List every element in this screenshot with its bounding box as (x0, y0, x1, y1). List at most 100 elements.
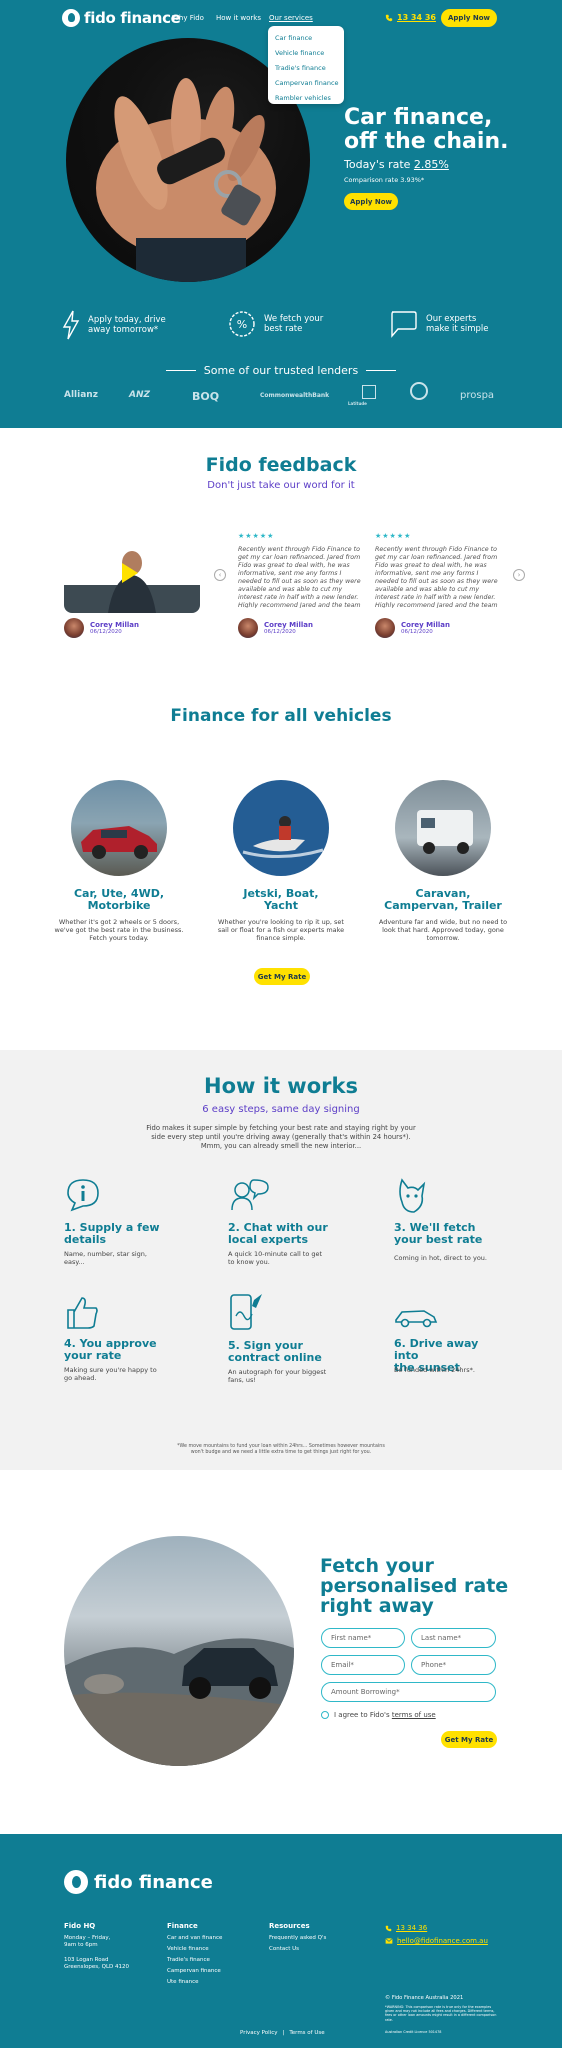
footer-privacy-link[interactable]: Privacy Policy (240, 2030, 277, 2036)
footer-link-contact[interactable]: Contact Us (269, 1946, 326, 1952)
footer-link-car-van[interactable]: Car and van finance (167, 1935, 222, 1941)
vehicle-title-line: Campervan, Trailer (384, 899, 502, 912)
services-dropdown-menu: Car finance Vehicle finance Tradie's fin… (268, 26, 344, 104)
percent-badge-icon: % (229, 311, 255, 337)
email-field[interactable]: Email* (321, 1655, 405, 1675)
footer-email[interactable]: hello@fidofinance.com.au (385, 1937, 488, 1945)
feature-2-line-2: best rate (264, 324, 303, 334)
how-subtitle: 6 easy steps, same day signing (202, 1104, 360, 1115)
phone-icon (385, 14, 393, 21)
footer-copyright: © Fido Finance Australia 2021 (385, 1995, 464, 2001)
step-title-line: contract online (228, 1351, 322, 1364)
dropdown-item-vehicle-finance[interactable]: Vehicle finance (275, 49, 337, 57)
lender-allianz: Allianz (64, 390, 98, 400)
phone-sign-icon (230, 1294, 262, 1330)
dropdown-item-tradies-finance[interactable]: Tradie's finance (275, 64, 337, 72)
dropdown-item-campervan-finance[interactable]: Campervan finance (275, 79, 339, 87)
vehicle-image-car (71, 780, 167, 876)
footer-logo[interactable]: fido finance (64, 1870, 213, 1894)
feature-apply-today: Apply today, drive away tomorrow* (62, 310, 166, 340)
thumbs-up-icon (67, 1297, 98, 1329)
lenders-heading: Some of our trusted lenders (0, 364, 562, 377)
vehicle-title-boats: Jetski, Boat, Yacht (206, 888, 356, 912)
footer-link-faq[interactable]: Frequently asked Q's (269, 1935, 326, 1941)
video-testimonial[interactable] (64, 535, 200, 613)
footer-resources-title: Resources (269, 1922, 310, 1930)
todays-rate: Today's rate 2.85% (344, 158, 449, 171)
footer-terms-link[interactable]: Terms of Use (289, 2030, 324, 2036)
feature-3-line-1: Our experts (426, 314, 477, 324)
reviewer-name: Corey Millan (401, 621, 451, 629)
vehicle-image-jetski (233, 780, 329, 876)
footer-warning: *WARNING: This comparison rate is true o… (385, 2005, 497, 2022)
nav-how-it-works[interactable]: How it works (216, 14, 261, 22)
footer-phone[interactable]: 13 34 36 (385, 1924, 427, 1932)
vehicle-title-cars: Car, Ute, 4WD, Motorbike (44, 888, 194, 912)
footer-address: 103 Logan Road Greenslopes, QLD 4120 (64, 1957, 130, 1970)
footer-link-vehicle[interactable]: Vehicle finance (167, 1946, 222, 1952)
vehicle-desc-caravans: Adventure far and wide, but no need to l… (378, 918, 508, 942)
feature-2-line-1: We fetch your (264, 314, 324, 324)
vehicle-title-line: Motorbike (87, 899, 151, 912)
review-author-3: Corey Millan 06/12/2020 (375, 618, 450, 638)
footer-finance: Finance Car and van finance Vehicle fina… (167, 1922, 222, 1985)
star-rating: ★★★★★ (238, 532, 275, 540)
vehicle-title-line: Yacht (264, 899, 298, 912)
last-name-field[interactable]: Last name* (411, 1628, 496, 1648)
step-title-line: your rate (64, 1349, 122, 1362)
step-6-desc: Be funded within 24hrs*. (394, 1366, 475, 1374)
chat-bubble-icon (391, 311, 417, 338)
rate-label: Today's rate (344, 158, 411, 171)
play-icon[interactable] (122, 563, 138, 583)
mail-icon (385, 1938, 393, 1944)
footer-link-ute[interactable]: Ute finance (167, 1979, 222, 1985)
lenders-title: Some of our trusted lenders (203, 364, 359, 377)
hero-title: Car finance, off the chain. (344, 106, 554, 154)
how-title: How it works (204, 1074, 358, 1098)
step-4-title: 4. You approve your rate (64, 1338, 204, 1362)
terms-label: I agree to Fido's terms of use (334, 1711, 436, 1719)
phone-field[interactable]: Phone* (411, 1655, 496, 1675)
footer-link-campervan[interactable]: Campervan finance (167, 1968, 222, 1974)
step-title-line: local experts (228, 1233, 308, 1246)
footer-link-tradies[interactable]: Tradie's finance (167, 1957, 222, 1963)
review-date: 06/12/2020 (264, 629, 296, 635)
headset-agent-icon (231, 1179, 269, 1211)
terms-link[interactable]: terms of use (392, 1711, 436, 1719)
carousel-next-arrow[interactable]: › (513, 569, 525, 581)
step-1-title: 1. Supply a few details (64, 1222, 204, 1246)
feature-1-line-2: away tomorrow* (88, 325, 159, 335)
car-icon (395, 1310, 438, 1328)
dog-logo-icon (64, 1870, 88, 1894)
brand-logo[interactable]: fido finance (62, 7, 181, 29)
header-apply-button[interactable]: Apply Now (441, 9, 497, 27)
step-5-title: 5. Sign your contract online (228, 1340, 368, 1364)
step-3-desc: Coming in hot, direct to you. (394, 1254, 487, 1262)
lender-latitude-logo (362, 385, 376, 399)
svg-text:%: % (237, 318, 247, 331)
header-phone-link[interactable]: 13 34 36 (385, 13, 436, 22)
form-image-car-mountain (64, 1536, 294, 1766)
terms-checkbox[interactable] (321, 1711, 329, 1719)
lender-commbank: CommonwealthBank (260, 392, 330, 399)
phone-icon (385, 1925, 392, 1931)
footer-brand: fido finance (94, 1871, 213, 1893)
lender-prospa: prospa (460, 390, 495, 401)
hero-apply-button[interactable]: Apply Now (344, 193, 398, 210)
footer-finance-title: Finance (167, 1922, 198, 1930)
info-icon (67, 1179, 99, 1212)
brand-name: fido finance (84, 9, 181, 27)
vehicles-get-rate-button[interactable]: Get My Rate (254, 968, 310, 985)
avatar (64, 618, 84, 638)
vehicle-image-campervan (395, 780, 491, 876)
feature-best-rate: % We fetch your best rate (228, 310, 323, 338)
nav-why-fido[interactable]: Why Fido (172, 14, 204, 22)
carousel-prev-arrow[interactable]: ‹ (214, 569, 226, 581)
star-rating: ★★★★★ (375, 532, 412, 540)
first-name-field[interactable]: First name* (321, 1628, 405, 1648)
form-submit-button[interactable]: Get My Rate (441, 1731, 497, 1748)
nav-our-services[interactable]: Our services (269, 14, 313, 22)
dropdown-item-car-finance[interactable]: Car finance (275, 34, 337, 42)
amount-borrowing-field[interactable]: Amount Borrowing* (321, 1682, 496, 1702)
dropdown-item-rambler-vehicles[interactable]: Rambler vehicles (275, 94, 337, 102)
